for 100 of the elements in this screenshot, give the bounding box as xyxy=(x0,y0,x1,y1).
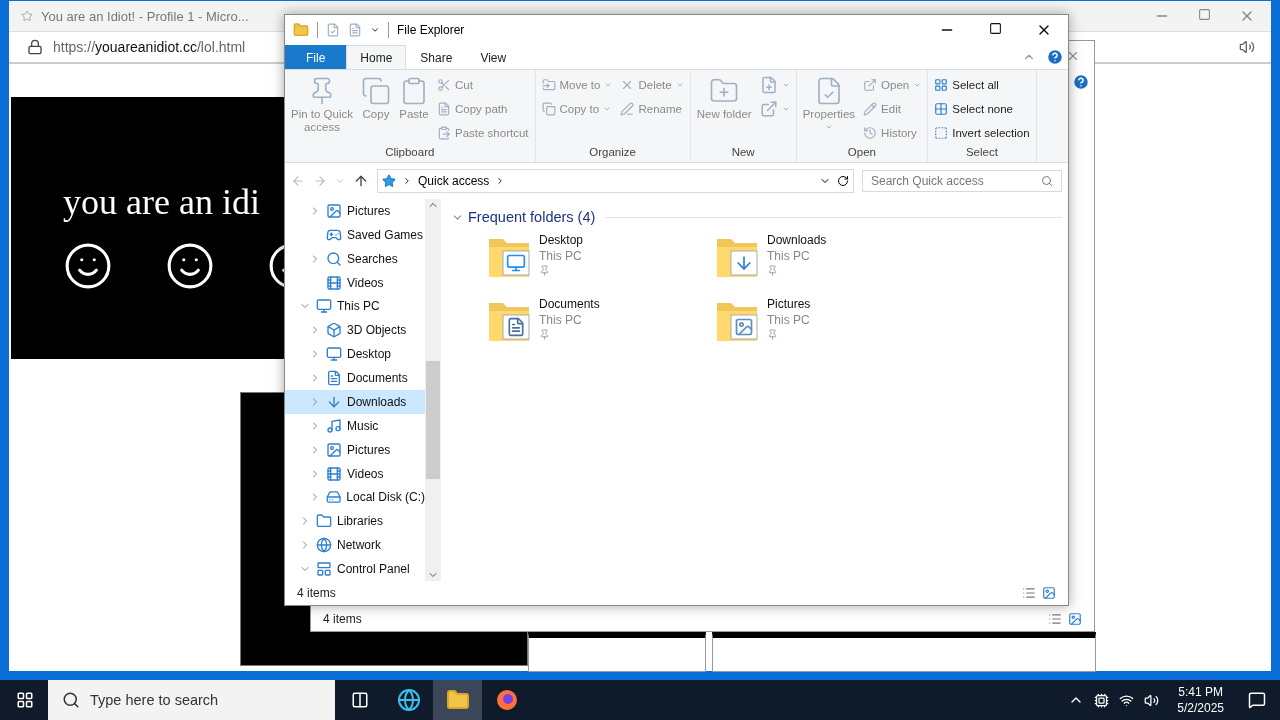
tree-item[interactable]: Network xyxy=(285,533,425,558)
smiley-icon xyxy=(63,241,113,291)
clock[interactable]: 5:41 PM 5/2/2025 xyxy=(1177,684,1224,716)
control-panel-icon xyxy=(316,561,332,578)
folder-tile[interactable]: Documents This PC xyxy=(485,297,713,351)
rename-icon xyxy=(620,102,635,116)
smiley-icon xyxy=(165,241,215,291)
network-icon[interactable] xyxy=(1119,692,1135,708)
ribbon-button[interactable]: Select all xyxy=(932,74,1032,96)
ribbon-button[interactable]: Select none xyxy=(932,98,1032,120)
volume-icon[interactable] xyxy=(1144,692,1160,708)
tray-device-icon[interactable] xyxy=(1094,692,1110,708)
page-heading: you are an idi xyxy=(63,181,260,223)
open-icon xyxy=(759,100,778,118)
tiles-view-icon[interactable] xyxy=(1042,586,1056,600)
tree-item[interactable]: Desktop xyxy=(285,342,425,367)
grid-icon xyxy=(934,126,949,140)
ribbon-tab[interactable]: Home xyxy=(346,45,407,69)
folder-icon xyxy=(293,22,309,38)
tree-item[interactable]: Downloads xyxy=(285,390,425,414)
details-view-icon[interactable] xyxy=(1048,612,1062,626)
open-icon xyxy=(863,78,878,92)
breadcrumb-chevron-icon[interactable] xyxy=(402,176,412,186)
address-field[interactable]: https://youareanidiot.cc/lol.html xyxy=(53,39,246,55)
read-aloud-icon[interactable] xyxy=(1239,39,1255,55)
status-text: 4 items xyxy=(323,612,362,626)
tree-item[interactable]: 3D Objects xyxy=(285,318,425,343)
folder-arrow-icon xyxy=(541,78,556,92)
film-icon xyxy=(326,274,342,291)
clock-icon xyxy=(863,126,878,140)
magnifier-icon xyxy=(326,250,342,267)
caret-icon xyxy=(781,81,790,89)
clipboard-icon xyxy=(437,126,451,140)
caret-icon[interactable] xyxy=(370,25,380,35)
tiles-view-icon[interactable] xyxy=(1068,612,1082,626)
maximize-icon[interactable] xyxy=(989,22,1002,35)
folder-icon xyxy=(316,513,332,530)
caret-icon xyxy=(781,105,790,113)
folder-tile[interactable]: Pictures This PC xyxy=(713,297,941,351)
browser-tab[interactable]: You are an Idiot! - Profile 1 - Micro... xyxy=(41,8,249,24)
picture-icon xyxy=(326,202,342,219)
taskbar-search-field[interactable]: Type here to search xyxy=(48,680,335,720)
tree-item[interactable]: Control Panel xyxy=(285,557,425,581)
caret-icon xyxy=(913,81,922,89)
music-note-icon xyxy=(326,417,342,434)
caret-icon xyxy=(824,123,833,131)
lock-icon xyxy=(27,39,43,55)
tree-item[interactable]: Pictures xyxy=(285,199,425,223)
network-icon xyxy=(316,537,332,554)
group-label: Select xyxy=(964,146,999,160)
tree-item[interactable]: Searches xyxy=(285,246,425,271)
tree-item[interactable]: This PC xyxy=(285,294,425,319)
film-icon xyxy=(326,465,342,482)
cube-icon xyxy=(326,322,342,339)
caret-icon xyxy=(675,81,684,89)
caret-icon xyxy=(603,105,612,113)
up-icon[interactable] xyxy=(353,173,369,189)
tree-item[interactable]: Saved Games xyxy=(285,222,425,247)
grid-icon xyxy=(934,102,949,116)
section-heading: Frequent folders (4) xyxy=(468,209,596,225)
address-field[interactable]: Quick access xyxy=(377,169,854,193)
caret-icon xyxy=(604,81,613,89)
star-icon xyxy=(382,174,396,188)
group-label: Clipboard xyxy=(384,146,436,160)
scissors-icon xyxy=(437,78,451,92)
window-title: File Explorer xyxy=(397,23,465,37)
copy-icon xyxy=(541,102,556,116)
tree-item[interactable]: Libraries xyxy=(285,509,425,534)
tree-item[interactable]: Music xyxy=(285,413,425,438)
monitor-icon xyxy=(326,346,342,363)
search-field[interactable]: Search Quick access xyxy=(862,170,1062,192)
group-label: New xyxy=(730,146,756,160)
tree-item[interactable]: Local Disk (C:) xyxy=(285,485,425,510)
picture-icon xyxy=(326,441,342,458)
ribbon-button[interactable]: Invert selection xyxy=(932,122,1032,144)
tree-item[interactable]: Videos xyxy=(285,461,425,486)
help-icon[interactable] xyxy=(1072,73,1090,91)
search-icon xyxy=(62,691,80,709)
file-tab[interactable]: File xyxy=(285,45,347,69)
folder-tile[interactable]: Downloads This PC xyxy=(713,233,941,287)
tree-item[interactable]: Videos xyxy=(285,270,425,295)
tree-item[interactable]: Pictures xyxy=(285,437,425,462)
document-icon xyxy=(437,102,451,116)
folder-tile[interactable]: Desktop This PC xyxy=(485,233,713,287)
search-icon xyxy=(1041,175,1053,187)
copy-icon xyxy=(361,76,391,106)
refresh-icon[interactable] xyxy=(837,175,849,187)
status-text: 4 items xyxy=(297,586,336,600)
file-explorer-taskbar-icon[interactable] xyxy=(433,680,482,720)
monitor-icon xyxy=(316,298,332,315)
pencil-icon xyxy=(863,102,878,116)
drive-icon xyxy=(326,489,342,506)
tab-icon xyxy=(21,10,33,22)
grid-icon xyxy=(934,78,949,92)
new-item-icon xyxy=(759,76,778,94)
details-view-icon[interactable] xyxy=(1022,586,1036,600)
document-icon xyxy=(326,370,342,387)
help-icon[interactable] xyxy=(1046,48,1064,66)
tree-item[interactable]: Documents xyxy=(285,366,425,390)
notification-icon[interactable] xyxy=(1248,691,1266,709)
